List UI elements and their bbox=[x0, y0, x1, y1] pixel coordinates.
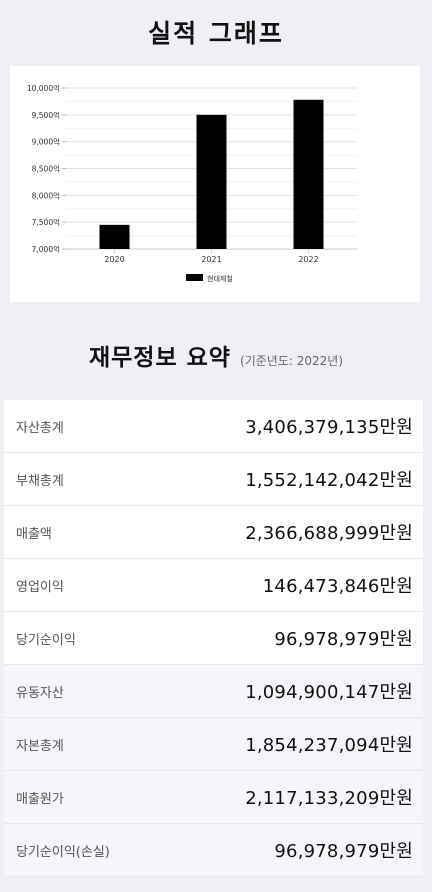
y-tick-label: 9,500억 bbox=[32, 111, 60, 120]
row-label: 매출액 bbox=[16, 526, 52, 542]
row-label: 당기순이익(손실) bbox=[16, 844, 110, 860]
row-label: 부채총계 bbox=[16, 473, 64, 489]
page-title: 실적 그래프 bbox=[148, 19, 284, 48]
row-value: 2,117,133,209만원 bbox=[245, 788, 413, 809]
summary-row-total-liabilities: 부채총계 1,552,142,042만원 bbox=[4, 453, 423, 506]
summary-row-cost-of-sales: 매출원가 2,117,133,209만원 bbox=[4, 771, 423, 824]
summary-header: 재무정보 요약 (기준년도: 2022년) bbox=[0, 338, 432, 372]
summary-row-net-income: 당기순이익 96,978,979만원 bbox=[4, 612, 423, 665]
summary-row-revenue: 매출액 2,366,688,999만원 bbox=[4, 506, 423, 559]
bar-2021 bbox=[196, 114, 227, 249]
legend-swatch bbox=[186, 274, 203, 281]
row-value: 2,366,688,999만원 bbox=[245, 523, 413, 544]
row-label: 영업이익 bbox=[16, 579, 64, 595]
financial-summary-table: 자산총계 3,406,379,135만원 부채총계 1,552,142,042만… bbox=[4, 400, 423, 877]
row-label: 자산총계 bbox=[16, 420, 64, 436]
y-tick-label: 7,500억 bbox=[32, 218, 60, 227]
row-value: 3,406,379,135만원 bbox=[245, 417, 413, 438]
y-tick-label: 10,000억 bbox=[27, 84, 60, 93]
x-tick-label: 2020 bbox=[104, 255, 124, 264]
summary-row-current-assets: 유동자산 1,094,900,147만원 bbox=[4, 665, 423, 718]
summary-subtitle: (기준년도: 2022년) bbox=[240, 354, 344, 368]
row-value: 1,854,237,094만원 bbox=[245, 735, 413, 756]
row-value: 146,473,846만원 bbox=[262, 576, 413, 597]
x-tick-label: 2022 bbox=[298, 255, 318, 264]
row-value: 96,978,979만원 bbox=[274, 629, 413, 650]
summary-row-operating-income: 영업이익 146,473,846만원 bbox=[4, 559, 423, 612]
row-label: 당기순이익 bbox=[16, 632, 76, 648]
row-value: 1,094,900,147만원 bbox=[245, 682, 413, 703]
summary-row-total-assets: 자산총계 3,406,379,135만원 bbox=[4, 400, 423, 453]
y-tick-label: 9,000억 bbox=[32, 138, 60, 147]
summary-row-total-equity: 자본총계 1,854,237,094만원 bbox=[4, 718, 423, 771]
summary-title: 재무정보 요약 bbox=[88, 345, 231, 371]
y-tick-label: 8,000억 bbox=[32, 191, 60, 200]
row-value: 1,552,142,042만원 bbox=[245, 470, 413, 491]
bar-2022 bbox=[293, 99, 324, 249]
row-label: 매출원가 bbox=[16, 791, 64, 807]
row-value: 96,978,979만원 bbox=[274, 841, 413, 862]
summary-row-net-income-loss: 당기순이익(손실) 96,978,979만원 bbox=[4, 824, 423, 877]
y-tick-label: 8,500억 bbox=[32, 165, 60, 174]
y-tick-label: 7,000억 bbox=[32, 245, 60, 254]
row-label: 자본총계 bbox=[16, 738, 64, 754]
performance-chart-card: 7,000억 7,500억 8,000억 8,500억 9,000억 9,500억 10,0… bbox=[10, 66, 420, 302]
performance-bar-chart: 7,000억 7,500억 8,000억 8,500억 9,000억 9,500억 10,0… bbox=[27, 84, 357, 283]
bar-2020 bbox=[99, 224, 130, 249]
row-label: 유동자산 bbox=[16, 685, 64, 701]
x-tick-label: 2021 bbox=[201, 255, 221, 264]
legend-label: 현대제철 bbox=[207, 274, 233, 283]
